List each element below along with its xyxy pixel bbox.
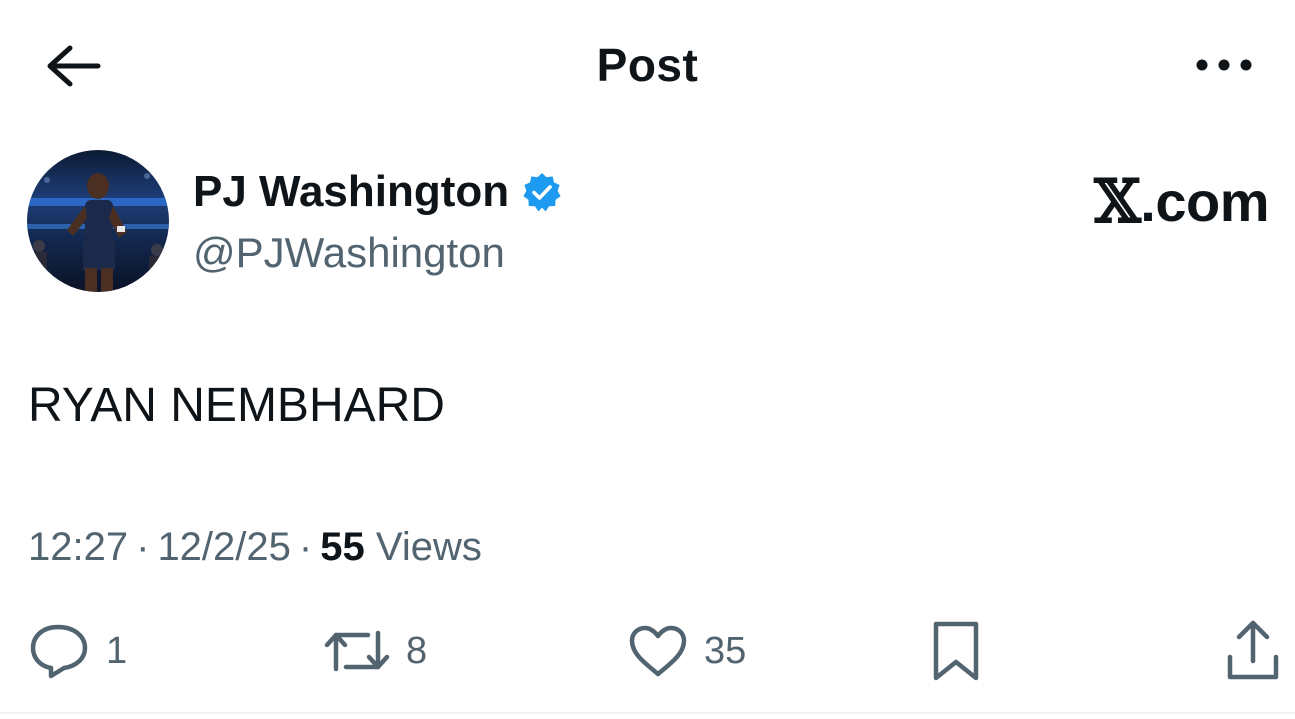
repost-icon bbox=[324, 630, 390, 672]
like-button[interactable]: 35 bbox=[628, 612, 746, 690]
top-bar: Post bbox=[0, 0, 1295, 130]
post-date[interactable]: 12/2/25 bbox=[157, 525, 290, 569]
brand-suffix: .com bbox=[1140, 170, 1269, 233]
brand-watermark: 𝕏 .com bbox=[1094, 170, 1269, 234]
more-horizontal-icon bbox=[1196, 59, 1252, 71]
reply-icon bbox=[30, 624, 88, 679]
share-icon bbox=[1227, 620, 1279, 680]
avatar[interactable] bbox=[27, 150, 169, 292]
bookmark-button[interactable] bbox=[930, 612, 982, 690]
views-count[interactable]: 55 bbox=[320, 525, 365, 569]
action-bar: 1 8 35 bbox=[0, 612, 1295, 692]
post-metadata: 12:27 · 12/2/25 · 55 Views bbox=[28, 520, 482, 574]
bookmark-icon bbox=[933, 621, 979, 681]
verified-badge-icon[interactable] bbox=[521, 171, 563, 213]
meta-separator: · bbox=[136, 525, 150, 569]
more-button[interactable] bbox=[1188, 40, 1260, 90]
post-time[interactable]: 12:27 bbox=[28, 525, 128, 569]
author-name-row[interactable]: PJ Washington bbox=[193, 164, 563, 220]
repost-button[interactable]: 8 bbox=[324, 612, 427, 690]
heart-icon bbox=[629, 625, 687, 677]
like-count: 35 bbox=[704, 630, 747, 672]
post-text: RYAN NEMBHARD bbox=[28, 379, 445, 432]
meta-separator: · bbox=[298, 525, 313, 569]
divider bbox=[0, 712, 1295, 714]
share-button[interactable] bbox=[1224, 612, 1282, 690]
author-display-name[interactable]: PJ Washington bbox=[193, 164, 509, 220]
author-handle[interactable]: @PJWashington bbox=[193, 226, 505, 280]
page-title: Post bbox=[596, 39, 699, 91]
reply-button[interactable]: 1 bbox=[28, 612, 127, 690]
reply-count: 1 bbox=[106, 630, 128, 672]
views-label[interactable]: Views bbox=[376, 525, 482, 569]
repost-count: 8 bbox=[406, 630, 428, 672]
x-logo: 𝕏 bbox=[1094, 167, 1141, 237]
avatar-photo bbox=[27, 150, 169, 292]
